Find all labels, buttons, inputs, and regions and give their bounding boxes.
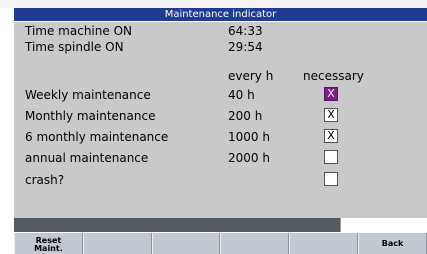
softkey-2[interactable] (82, 233, 152, 254)
time-spindle-on-label: Time spindle ON (25, 40, 124, 54)
time-machine-on-value: 64:33 (228, 24, 263, 38)
weekly-maintenance-label: Weekly maintenance (25, 88, 151, 102)
annual-maintenance-interval: 2000 h (228, 151, 270, 165)
interval-header: every h (228, 69, 274, 83)
softkey-bar: Reset Maint. Back (14, 233, 427, 254)
window-title: Maintenance indicator (14, 8, 427, 21)
status-bar (14, 218, 340, 232)
crash-label: crash? (25, 173, 65, 187)
weekly-maintenance-checkbox[interactable]: X (324, 87, 338, 101)
softkey-3[interactable] (151, 233, 221, 254)
weekly-maintenance-interval: 40 h (228, 88, 255, 102)
softkey-back-label: Back (381, 239, 404, 248)
time-spindle-on-value: 29:54 (228, 40, 263, 54)
six-monthly-maintenance-interval: 1000 h (228, 130, 270, 144)
monthly-maintenance-interval: 200 h (228, 109, 263, 123)
time-machine-on-label: Time machine ON (25, 24, 132, 38)
status-input-field[interactable] (340, 218, 427, 232)
softkey-4[interactable] (220, 233, 290, 254)
maintenance-panel: Time machine ON 64:33 Time spindle ON 29… (14, 22, 427, 218)
six-monthly-maintenance-label: 6 monthly maintenance (25, 130, 169, 144)
annual-maintenance-checkbox[interactable] (324, 150, 338, 164)
maintenance-screen: Maintenance indicator Time machine ON 64… (0, 0, 427, 254)
six-monthly-maintenance-checkbox[interactable]: X (324, 129, 338, 143)
monthly-maintenance-label: Monthly maintenance (25, 109, 156, 123)
top-frame (0, 0, 427, 8)
softkey-5[interactable] (289, 233, 359, 254)
crash-checkbox[interactable] (324, 172, 338, 186)
monthly-maintenance-checkbox[interactable]: X (324, 108, 338, 122)
necessary-header: necessary (303, 69, 364, 83)
annual-maintenance-label: annual maintenance (25, 151, 149, 165)
softkey-back[interactable]: Back (358, 233, 427, 254)
softkey-reset-maint-label: Reset Maint. (34, 236, 63, 253)
softkey-reset-maint[interactable]: Reset Maint. (14, 233, 83, 254)
